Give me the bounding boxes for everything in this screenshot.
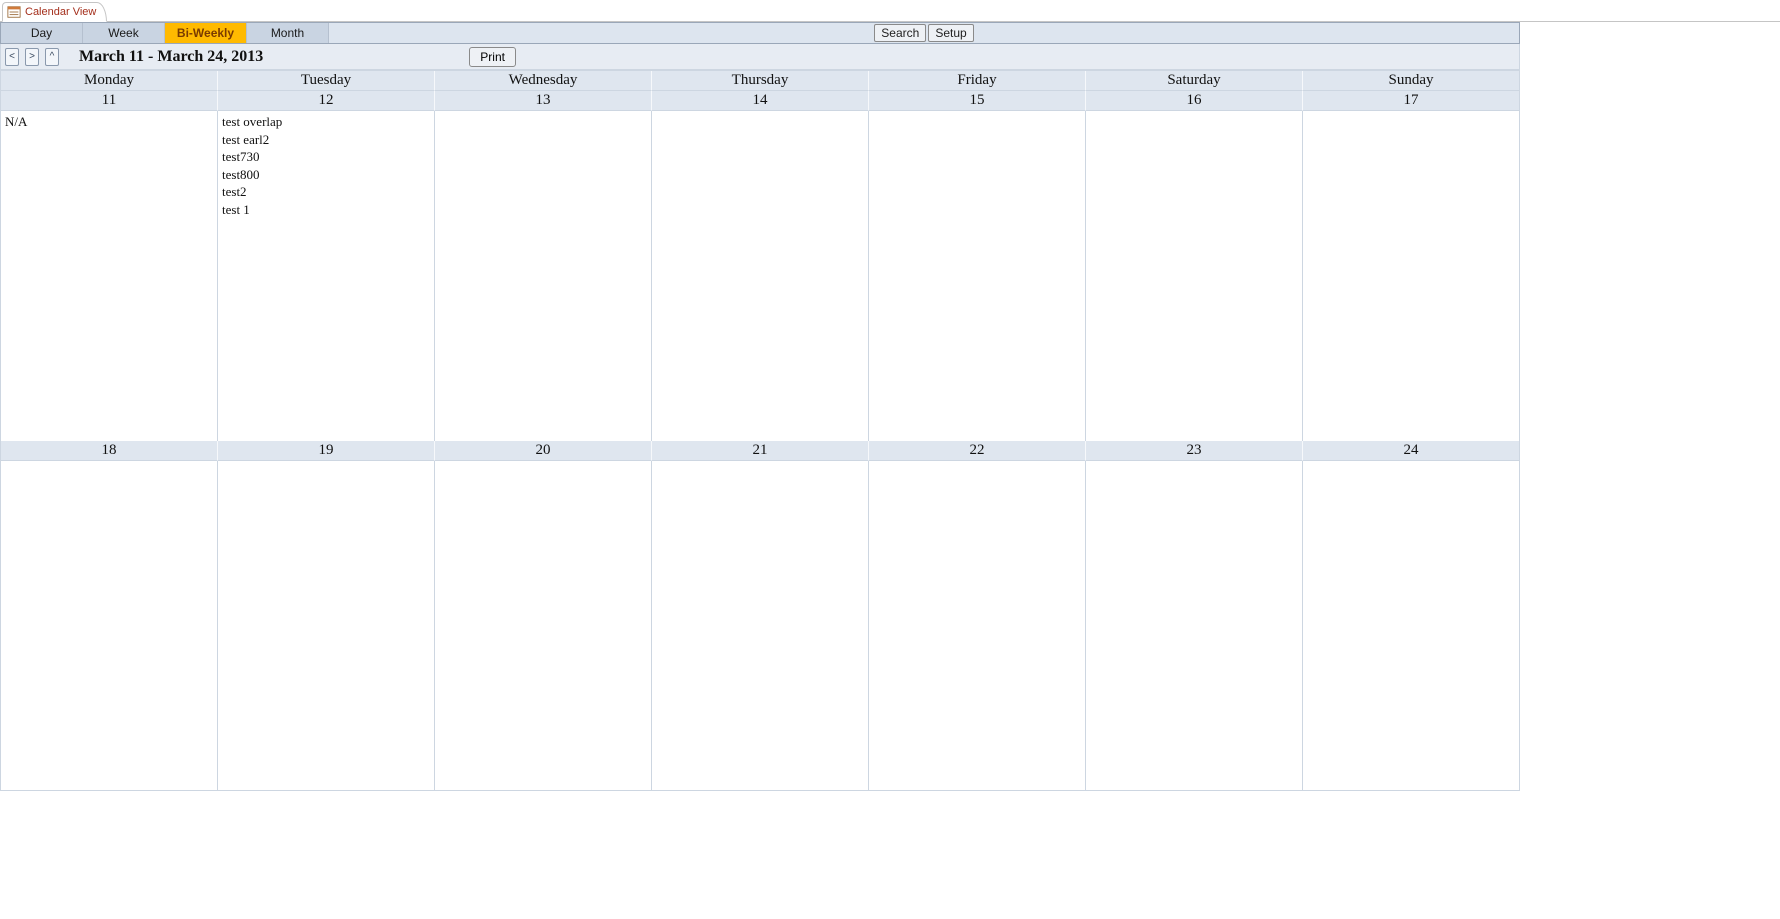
date-cell: 11 (1, 91, 218, 111)
title-row: < > ^ March 11 - March 24, 2013 Print (0, 44, 1520, 70)
week-body: N/Atest overlaptest earl2test730test800t… (0, 111, 1520, 441)
date-row: 11121314151617 (0, 91, 1520, 111)
date-cell: 19 (218, 441, 435, 461)
day-header-thursday: Thursday (652, 71, 869, 91)
date-cell: 12 (218, 91, 435, 111)
search-button[interactable]: Search (874, 24, 926, 42)
day-header-sunday: Sunday (1303, 71, 1519, 91)
document-tab-strip: Calendar View (0, 0, 1780, 22)
week-body (0, 461, 1520, 791)
date-cell: 23 (1086, 441, 1303, 461)
date-cell: 21 (652, 441, 869, 461)
day-cell[interactable] (1303, 461, 1519, 790)
date-cell: 18 (1, 441, 218, 461)
view-tab-bi-weekly[interactable]: Bi-Weekly (165, 23, 247, 43)
date-cell: 17 (1303, 91, 1519, 111)
date-row: 18192021222324 (0, 441, 1520, 461)
view-tab-week[interactable]: Week (83, 23, 165, 43)
view-tab-day[interactable]: Day (1, 23, 83, 43)
date-cell: 16 (1086, 91, 1303, 111)
date-cell: 24 (1303, 441, 1519, 461)
date-cell: 15 (869, 91, 1086, 111)
setup-button[interactable]: Setup (928, 24, 973, 42)
day-cell[interactable] (1086, 111, 1303, 441)
day-header-monday: Monday (1, 71, 218, 91)
day-cell[interactable] (869, 461, 1086, 790)
day-cell[interactable] (218, 461, 435, 790)
day-header-saturday: Saturday (1086, 71, 1303, 91)
date-cell: 22 (869, 441, 1086, 461)
day-cell[interactable] (1303, 111, 1519, 441)
calendar-event[interactable]: test overlap (222, 113, 430, 131)
calendar-main: DayWeekBi-WeeklyMonth Search Setup < > ^… (0, 22, 1520, 791)
document-tab-calendar-view[interactable]: Calendar View (2, 2, 107, 22)
day-cell[interactable] (652, 461, 869, 790)
view-tabs: DayWeekBi-WeeklyMonth Search Setup (0, 22, 1520, 44)
toolbar-area: Search Setup (329, 23, 1519, 43)
form-icon (7, 5, 21, 19)
day-header-wednesday: Wednesday (435, 71, 652, 91)
calendar-event[interactable]: test800 (222, 166, 430, 184)
day-cell[interactable] (435, 461, 652, 790)
calendar-event[interactable]: test 1 (222, 201, 430, 219)
up-button[interactable]: ^ (45, 48, 59, 66)
calendar-event[interactable]: test730 (222, 148, 430, 166)
day-header-row: MondayTuesdayWednesdayThursdayFridaySatu… (0, 70, 1520, 91)
day-cell[interactable]: test overlaptest earl2test730test800test… (218, 111, 435, 441)
prev-button[interactable]: < (5, 48, 19, 66)
weeks-container: 11121314151617N/Atest overlaptest earl2t… (0, 91, 1520, 791)
calendar-event[interactable]: N/A (5, 113, 213, 131)
day-cell[interactable] (869, 111, 1086, 441)
print-button[interactable]: Print (469, 47, 516, 67)
view-tab-month[interactable]: Month (247, 23, 329, 43)
date-cell: 13 (435, 91, 652, 111)
calendar-event[interactable]: test earl2 (222, 131, 430, 149)
day-cell[interactable] (652, 111, 869, 441)
date-cell: 14 (652, 91, 869, 111)
date-cell: 20 (435, 441, 652, 461)
day-header-friday: Friday (869, 71, 1086, 91)
date-range-title: March 11 - March 24, 2013 (79, 48, 263, 66)
calendar-event[interactable]: test2 (222, 183, 430, 201)
day-cell[interactable] (435, 111, 652, 441)
day-cell[interactable]: N/A (1, 111, 218, 441)
day-cell[interactable] (1, 461, 218, 790)
day-cell[interactable] (1086, 461, 1303, 790)
document-tab-label: Calendar View (25, 6, 96, 18)
day-header-tuesday: Tuesday (218, 71, 435, 91)
next-button[interactable]: > (25, 48, 39, 66)
